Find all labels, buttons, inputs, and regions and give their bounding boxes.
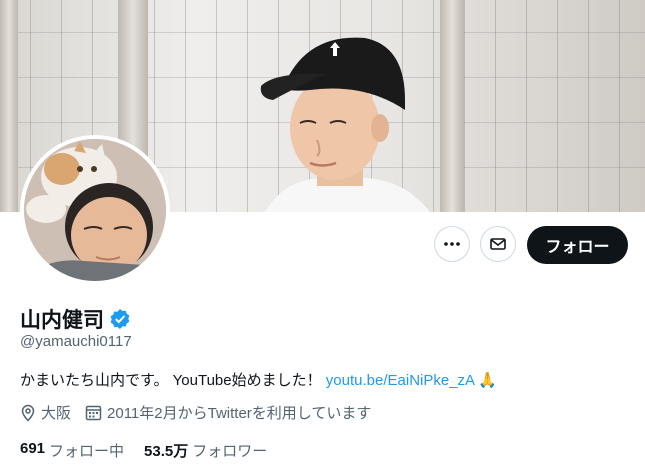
bio-link[interactable]: youtu.be/EaiNiPke_zA (326, 372, 474, 389)
followers-link[interactable]: 53.5万 フォロワー (144, 440, 267, 461)
followers-label: フォロワー (192, 443, 268, 460)
banner-wall-edge (0, 0, 18, 212)
display-name: 山内健司 (20, 309, 104, 332)
profile-avatar[interactable] (20, 135, 170, 285)
location-item: 大阪 (20, 402, 71, 423)
follow-counts: 691 フォロー中 53.5万 フォロワー (20, 440, 287, 461)
profile-bio: かまいたち山内です。 YouTube始めました！ youtu.be/EaiNiP… (20, 369, 497, 390)
bio-text: かまいたち山内です。 YouTube始めました！ (20, 372, 322, 389)
joined-item: 2011年2月からTwitterを利用しています (85, 402, 371, 423)
more-icon (444, 242, 460, 246)
followers-count: 53.5万 (144, 443, 189, 460)
message-icon (490, 238, 506, 250)
following-label: フォロー中 (49, 443, 125, 460)
following-count: 691 (20, 440, 46, 457)
profile-meta: 大阪 2011年2月からTwitterを利用しています (20, 402, 385, 423)
profile-handle: @yamauchi0117 (20, 333, 132, 350)
bio-emoji: 🙏 (478, 372, 498, 389)
follow-button[interactable]: フォロー (527, 226, 628, 264)
message-button[interactable] (480, 226, 516, 262)
avatar-image (24, 139, 166, 281)
verified-badge-icon[interactable] (109, 308, 131, 330)
location-icon (21, 404, 35, 422)
following-link[interactable]: 691 フォロー中 (20, 440, 124, 461)
profile-name-row: 山内健司 (20, 304, 131, 334)
joined-text: 2011年2月からTwitterを利用しています (107, 405, 372, 422)
calendar-icon (85, 405, 102, 421)
location-text: 大阪 (41, 405, 72, 422)
banner-pillar (440, 0, 464, 212)
more-options-button[interactable] (434, 226, 470, 262)
banner-person-illustration (260, 37, 430, 212)
